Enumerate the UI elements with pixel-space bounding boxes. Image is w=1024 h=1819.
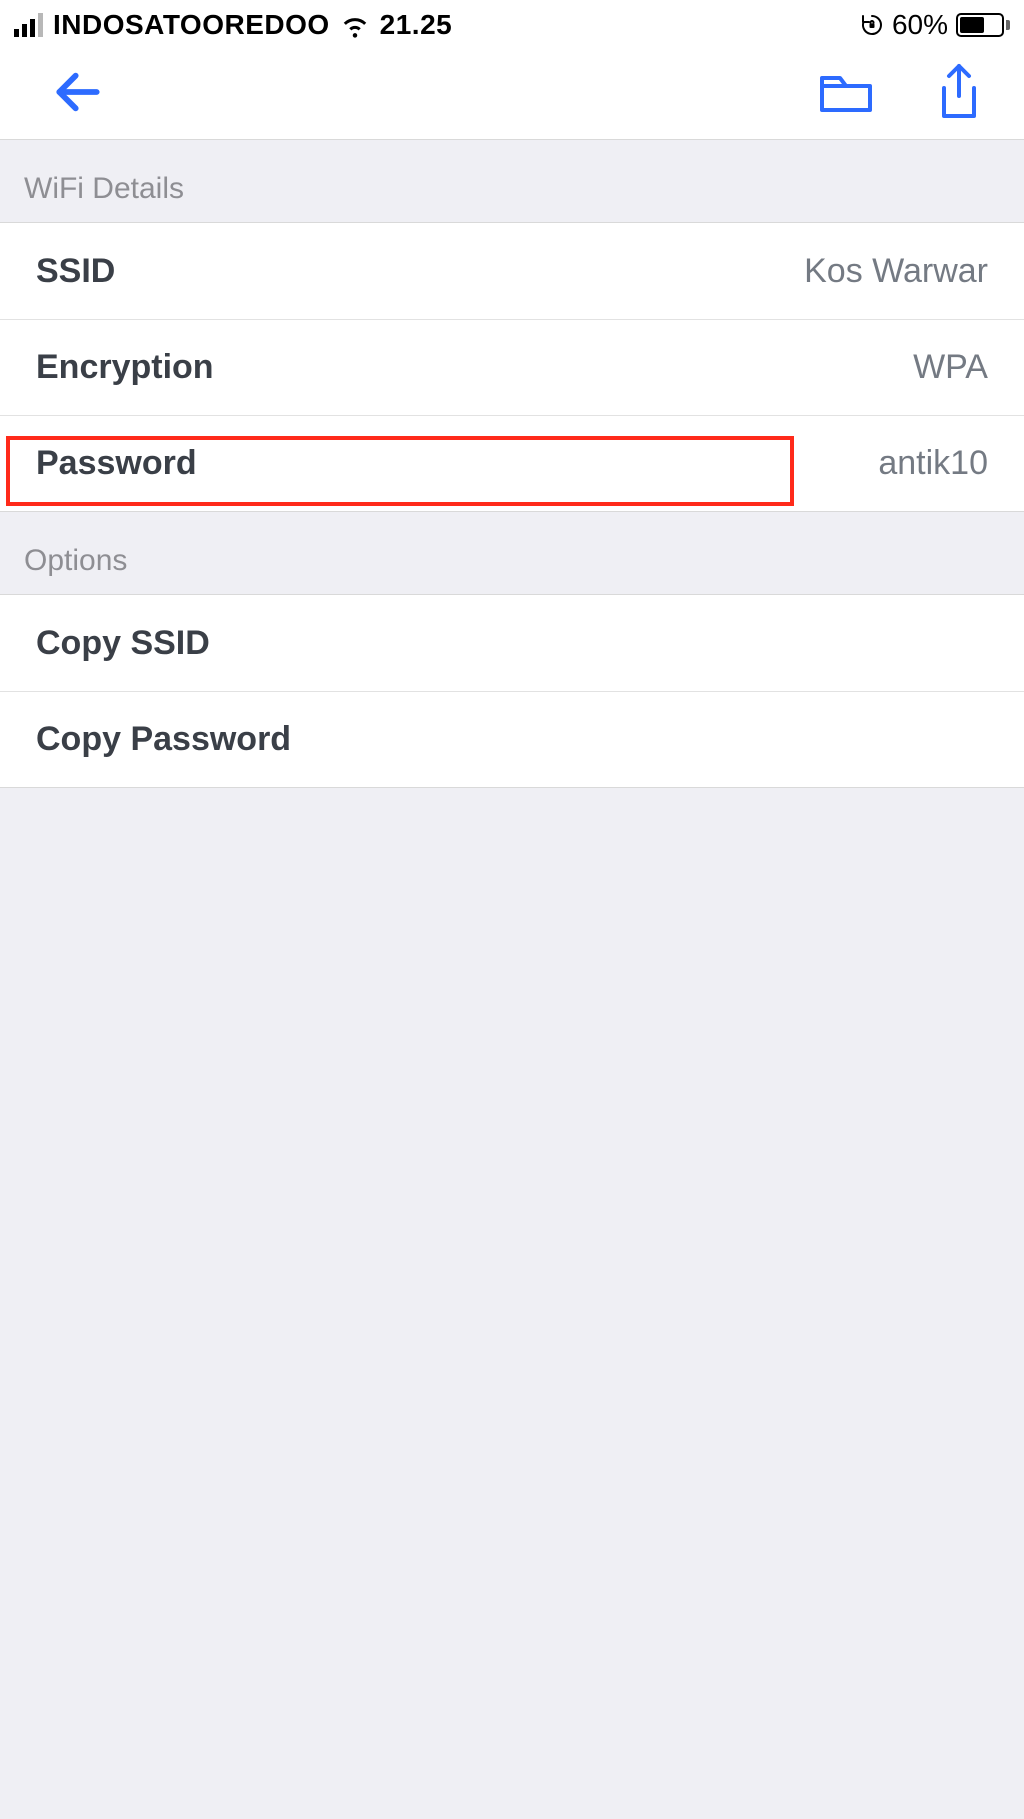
clock-label: 21.25 bbox=[380, 9, 453, 41]
encryption-row[interactable]: Encryption WPA bbox=[0, 319, 1024, 415]
section-header-options: Options bbox=[0, 512, 1024, 594]
ssid-row[interactable]: SSID Kos Warwar bbox=[0, 223, 1024, 319]
password-row[interactable]: Password antik10 bbox=[0, 415, 1024, 511]
status-right: 60% bbox=[860, 9, 1010, 41]
orientation-lock-icon bbox=[860, 13, 884, 37]
back-button[interactable] bbox=[50, 64, 106, 125]
arrow-left-icon bbox=[50, 64, 106, 120]
status-left: INDOSATOOREDOO 21.25 bbox=[14, 9, 452, 41]
encryption-value: WPA bbox=[913, 348, 988, 387]
copy-ssid-row[interactable]: Copy SSID bbox=[0, 595, 1024, 691]
wifi-icon bbox=[340, 10, 370, 40]
share-icon bbox=[934, 62, 984, 122]
encryption-label: Encryption bbox=[36, 348, 214, 387]
section-header-wifi-details: WiFi Details bbox=[0, 140, 1024, 222]
copy-password-label: Copy Password bbox=[36, 720, 291, 759]
share-button[interactable] bbox=[934, 62, 984, 127]
battery-percent-label: 60% bbox=[892, 9, 948, 41]
copy-ssid-label: Copy SSID bbox=[36, 624, 210, 663]
wifi-details-group: SSID Kos Warwar Encryption WPA Password … bbox=[0, 222, 1024, 512]
password-value: antik10 bbox=[878, 444, 988, 483]
folder-button[interactable] bbox=[818, 68, 874, 121]
nav-bar bbox=[0, 50, 1024, 140]
status-bar: INDOSATOOREDOO 21.25 60% bbox=[0, 0, 1024, 50]
password-label: Password bbox=[36, 444, 197, 483]
folder-icon bbox=[818, 68, 874, 116]
ssid-value: Kos Warwar bbox=[804, 252, 988, 291]
copy-password-row[interactable]: Copy Password bbox=[0, 691, 1024, 787]
carrier-label: INDOSATOOREDOO bbox=[53, 9, 330, 41]
options-group: Copy SSID Copy Password bbox=[0, 594, 1024, 788]
ssid-label: SSID bbox=[36, 252, 115, 291]
battery-icon bbox=[956, 13, 1010, 37]
cellular-signal-icon bbox=[14, 13, 43, 37]
